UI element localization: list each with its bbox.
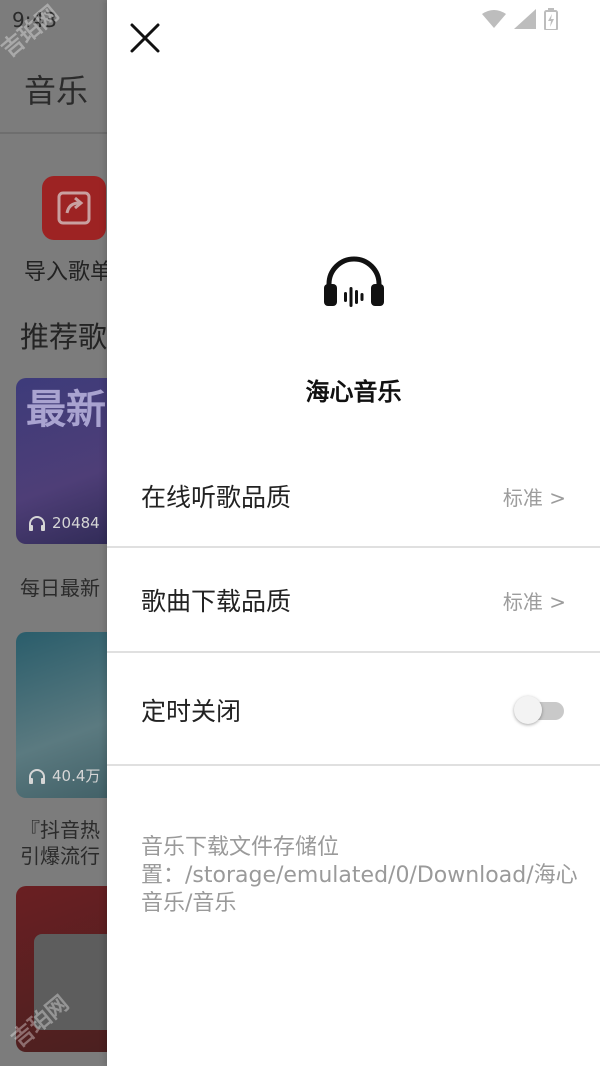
row-divider — [107, 651, 600, 653]
row-divider — [107, 764, 600, 766]
page-title: 音乐 — [24, 72, 89, 110]
app-logo — [107, 254, 600, 314]
headphone-count-icon — [29, 768, 45, 784]
row-divider — [107, 546, 600, 548]
play-count: 20484 — [28, 514, 100, 532]
online-quality-row[interactable]: 在线听歌品质 标准 > — [107, 464, 600, 528]
play-count-value: 40.4万 — [52, 767, 101, 785]
card-cover-text: 最新 — [26, 387, 106, 433]
play-count: 40.4万 — [28, 765, 100, 786]
headphones-icon — [323, 256, 384, 307]
play-count-value: 20484 — [52, 514, 100, 532]
card-description: 每日最新 — [20, 576, 100, 600]
battery-icon — [544, 8, 558, 30]
toggle-thumb — [514, 696, 542, 724]
sleep-timer-toggle[interactable] — [514, 696, 566, 724]
online-quality-label: 在线听歌品质 — [141, 483, 292, 512]
app-name: 海心音乐 — [305, 378, 402, 406]
card-description: 引爆流行 — [20, 844, 100, 868]
import-playlist-button — [42, 176, 106, 240]
status-bar-icons — [482, 8, 558, 30]
wifi-icon — [482, 10, 506, 28]
sleep-timer-label: 定时关闭 — [141, 697, 242, 726]
close-button[interactable] — [125, 18, 165, 58]
import-icon — [57, 191, 91, 225]
headphone-count-icon — [29, 516, 45, 531]
import-playlist-label: 导入歌单 — [24, 260, 113, 285]
online-quality-value[interactable]: 标准 > — [503, 482, 566, 511]
sleep-timer-row: 定时关闭 — [107, 678, 600, 742]
settings-drawer: 海心音乐 在线听歌品质 标准 > 歌曲下载品质 标准 > 定时关闭 音乐下载文件… — [107, 0, 600, 1066]
close-icon — [130, 23, 160, 53]
download-quality-row[interactable]: 歌曲下载品质 标准 > — [107, 568, 600, 632]
card-description: 『抖音热 — [20, 818, 100, 842]
storage-path-text: 音乐下载文件存储位置：/storage/emulated/0/Download/… — [141, 835, 578, 916]
download-quality-label: 歌曲下载品质 — [141, 587, 292, 616]
download-quality-value[interactable]: 标准 > — [503, 586, 566, 615]
signal-icon — [514, 9, 536, 29]
